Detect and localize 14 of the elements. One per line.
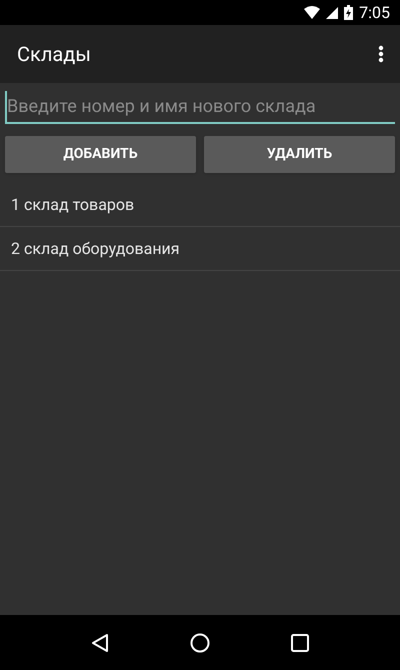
clock-time: 7:05 xyxy=(359,2,390,24)
warehouse-input-field[interactable]: Введите номер и имя нового склада xyxy=(5,91,395,124)
battery-icon xyxy=(344,5,354,20)
action-button[interactable]: УДАЛИТЬ xyxy=(204,136,395,173)
home-icon[interactable] xyxy=(190,632,210,652)
action-button[interactable]: ДОБАВИТЬ xyxy=(5,136,196,173)
list-item[interactable]: 2 склад оборудования xyxy=(0,227,400,271)
more-options-icon[interactable] xyxy=(378,45,384,63)
app-title: Склады xyxy=(17,41,91,68)
wifi-icon xyxy=(304,6,320,19)
back-icon[interactable] xyxy=(90,632,109,652)
list-item[interactable]: 1 склад товаров xyxy=(0,183,400,227)
recents-icon[interactable] xyxy=(291,634,310,652)
signal-icon xyxy=(326,6,338,18)
